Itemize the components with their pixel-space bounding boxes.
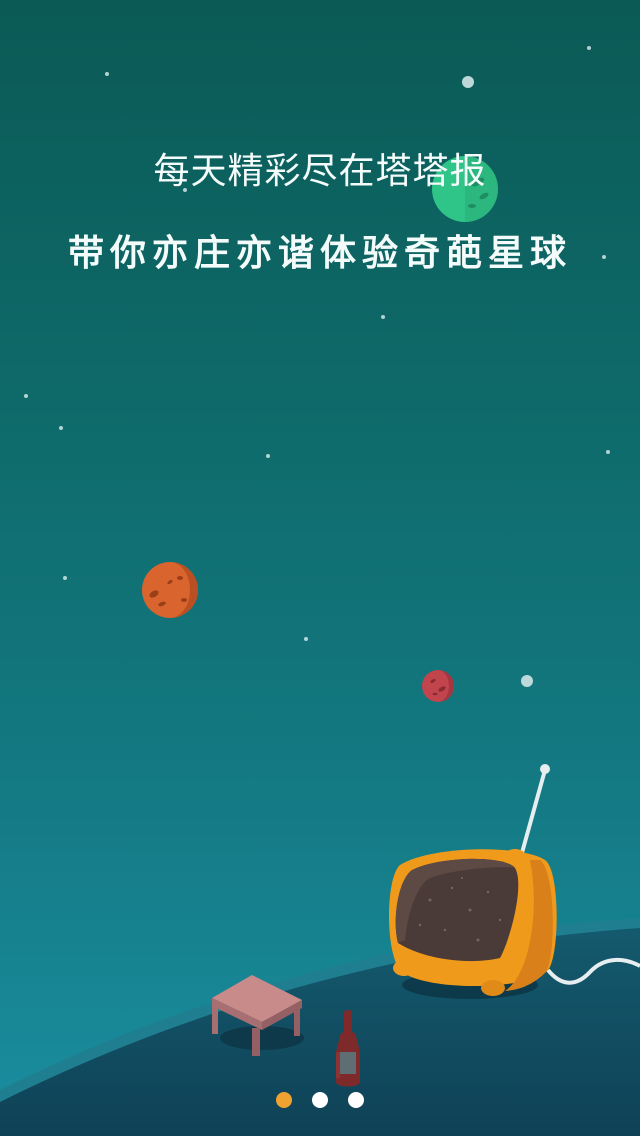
star — [105, 72, 109, 76]
page-dot-3[interactable] — [348, 1092, 364, 1108]
star — [381, 315, 385, 319]
planet-surface — [0, 764, 640, 1136]
star — [304, 637, 308, 641]
star — [24, 394, 28, 398]
onboarding-screen: 每天精彩尽在塔塔报 带你亦庄亦谐体验奇葩星球 — [0, 0, 640, 1136]
retro-tv-icon — [388, 849, 557, 996]
subheadline: 带你亦庄亦谐体验奇葩星球 — [67, 233, 572, 274]
star — [587, 46, 591, 50]
star — [266, 454, 270, 458]
orange-planet-icon — [142, 562, 198, 618]
star — [462, 76, 474, 88]
page-dot-1[interactable] — [276, 1092, 292, 1108]
page-dot-2[interactable] — [312, 1092, 328, 1108]
star — [606, 450, 610, 454]
star — [63, 576, 67, 580]
red-planet-icon — [422, 670, 454, 702]
star — [59, 426, 63, 430]
headline: 每天精彩尽在塔塔报 — [153, 151, 487, 192]
star — [521, 675, 533, 687]
antenna — [518, 764, 550, 862]
